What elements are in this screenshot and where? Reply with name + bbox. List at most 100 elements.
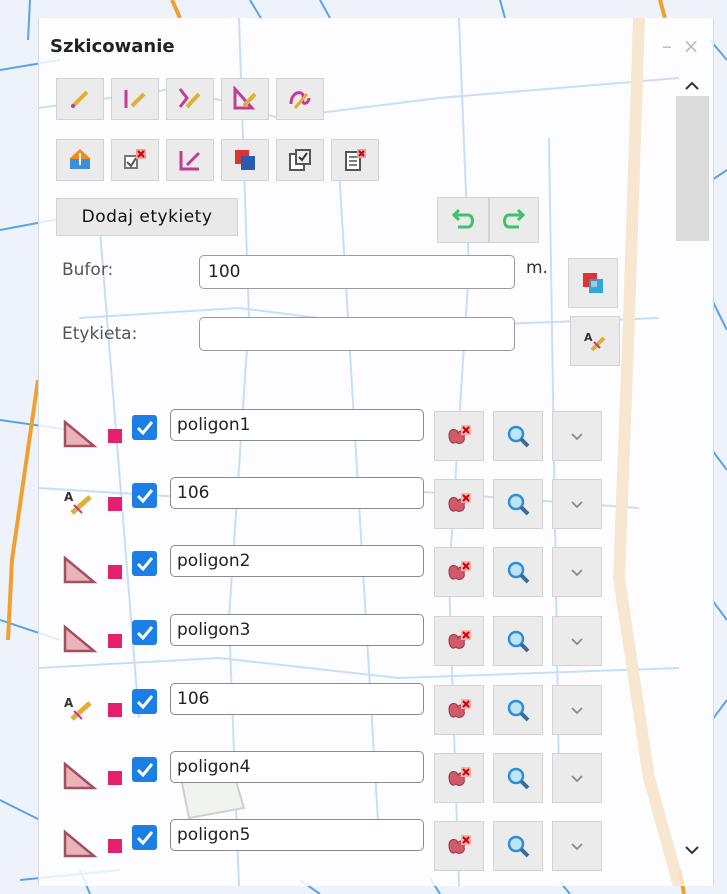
redo-button[interactable] bbox=[489, 197, 539, 243]
undo-button[interactable] bbox=[437, 197, 489, 243]
svg-text:A: A bbox=[64, 696, 74, 710]
expand-item-button[interactable] bbox=[552, 753, 602, 803]
draw-freehand-button[interactable] bbox=[276, 78, 324, 120]
buffer-input[interactable] bbox=[199, 255, 515, 289]
draw-line-icon bbox=[124, 90, 146, 108]
zoom-to-item-button[interactable] bbox=[493, 821, 543, 871]
label-input[interactable] bbox=[199, 317, 515, 351]
draw-polyline-icon bbox=[178, 88, 201, 109]
item-name-input[interactable] bbox=[170, 819, 424, 851]
zoom-to-item-button[interactable] bbox=[493, 547, 543, 597]
copy-selected-button[interactable] bbox=[276, 139, 324, 181]
zoom-icon bbox=[507, 630, 530, 653]
zoom-to-item-button[interactable] bbox=[493, 479, 543, 529]
color-swatch[interactable] bbox=[108, 497, 122, 511]
draw-point-button[interactable] bbox=[56, 78, 104, 120]
import-icon bbox=[69, 149, 91, 169]
intersect-icon bbox=[235, 150, 255, 170]
list-item: A bbox=[0, 683, 727, 743]
visibility-checkbox[interactable] bbox=[132, 825, 157, 850]
list-item bbox=[0, 545, 727, 605]
zoom-to-item-button[interactable] bbox=[493, 685, 543, 735]
chevron-down-icon bbox=[571, 707, 583, 715]
list-item bbox=[0, 614, 727, 674]
list-item bbox=[0, 819, 727, 879]
panel-title: Szkicowanie bbox=[50, 36, 175, 57]
item-name-input[interactable] bbox=[170, 409, 424, 441]
delete-shape-icon bbox=[448, 493, 471, 512]
intersect-button[interactable] bbox=[221, 139, 269, 181]
item-name-input[interactable] bbox=[170, 683, 424, 715]
item-name-input[interactable] bbox=[170, 614, 424, 646]
redo-icon bbox=[503, 208, 526, 229]
visibility-checkbox[interactable] bbox=[132, 757, 157, 782]
delete-item-button[interactable] bbox=[434, 547, 484, 597]
delete-item-button[interactable] bbox=[434, 685, 484, 735]
zoom-to-item-button[interactable] bbox=[493, 753, 543, 803]
edit-shape-icon bbox=[179, 151, 201, 171]
delete-selected-button[interactable] bbox=[111, 139, 159, 181]
color-swatch[interactable] bbox=[108, 429, 122, 443]
scroll-up-icon[interactable] bbox=[680, 74, 704, 98]
item-name-input[interactable] bbox=[170, 545, 424, 577]
zoom-icon bbox=[507, 425, 530, 448]
visibility-checkbox[interactable] bbox=[132, 551, 157, 576]
polygon-type-icon bbox=[62, 829, 98, 859]
minimize-icon[interactable]: – bbox=[656, 36, 678, 58]
expand-item-button[interactable] bbox=[552, 479, 602, 529]
svg-text:A: A bbox=[584, 331, 593, 344]
draw-polygon-button[interactable] bbox=[221, 78, 269, 120]
delete-shape-icon bbox=[448, 561, 471, 580]
list-item: A bbox=[0, 477, 727, 537]
buffer-button[interactable] bbox=[568, 258, 618, 308]
polygon-type-icon bbox=[62, 555, 98, 585]
add-labels-button[interactable]: Dodaj etykiety bbox=[56, 198, 238, 236]
visibility-checkbox[interactable] bbox=[132, 483, 157, 508]
delete-item-button[interactable] bbox=[434, 411, 484, 461]
add-label-button[interactable]: A bbox=[570, 316, 620, 366]
chevron-down-icon bbox=[571, 433, 583, 441]
delete-item-button[interactable] bbox=[434, 753, 484, 803]
edit-shape-button[interactable] bbox=[166, 139, 214, 181]
visibility-checkbox[interactable] bbox=[132, 620, 157, 645]
color-swatch[interactable] bbox=[108, 771, 122, 785]
chevron-down-icon bbox=[571, 638, 583, 646]
close-icon[interactable]: × bbox=[680, 36, 702, 58]
zoom-to-item-button[interactable] bbox=[493, 616, 543, 666]
delete-shape-icon bbox=[448, 425, 471, 444]
expand-item-button[interactable] bbox=[552, 411, 602, 461]
draw-polyline-button[interactable] bbox=[166, 78, 214, 120]
delete-shape-icon bbox=[448, 835, 471, 854]
import-button[interactable] bbox=[56, 139, 104, 181]
undo-icon bbox=[451, 208, 474, 229]
buffer-icon bbox=[583, 273, 603, 293]
color-swatch[interactable] bbox=[108, 634, 122, 648]
polygon-type-icon bbox=[62, 624, 98, 654]
label-field-label: Etykieta: bbox=[62, 324, 138, 344]
delete-item-button[interactable] bbox=[434, 479, 484, 529]
visibility-checkbox[interactable] bbox=[132, 689, 157, 714]
draw-line-button[interactable] bbox=[111, 78, 159, 120]
expand-item-button[interactable] bbox=[552, 547, 602, 597]
scrollbar-thumb[interactable] bbox=[676, 96, 709, 241]
delete-shape-icon bbox=[448, 699, 471, 718]
delete-all-button[interactable] bbox=[331, 139, 379, 181]
delete-selected-icon bbox=[124, 149, 146, 169]
expand-item-button[interactable] bbox=[552, 685, 602, 735]
draw-polygon-icon bbox=[233, 86, 257, 110]
expand-item-button[interactable] bbox=[552, 821, 602, 871]
zoom-icon bbox=[507, 767, 530, 790]
zoom-to-item-button[interactable] bbox=[493, 411, 543, 461]
draw-freehand-icon bbox=[289, 91, 311, 109]
color-swatch[interactable] bbox=[108, 565, 122, 579]
color-swatch[interactable] bbox=[108, 703, 122, 717]
delete-item-button[interactable] bbox=[434, 821, 484, 871]
polygon-type-icon bbox=[62, 419, 98, 449]
visibility-checkbox[interactable] bbox=[132, 415, 157, 440]
color-swatch[interactable] bbox=[108, 839, 122, 853]
expand-item-button[interactable] bbox=[552, 616, 602, 666]
copy-selected-icon bbox=[289, 149, 311, 171]
delete-item-button[interactable] bbox=[434, 616, 484, 666]
item-name-input[interactable] bbox=[170, 477, 424, 509]
item-name-input[interactable] bbox=[170, 751, 424, 783]
